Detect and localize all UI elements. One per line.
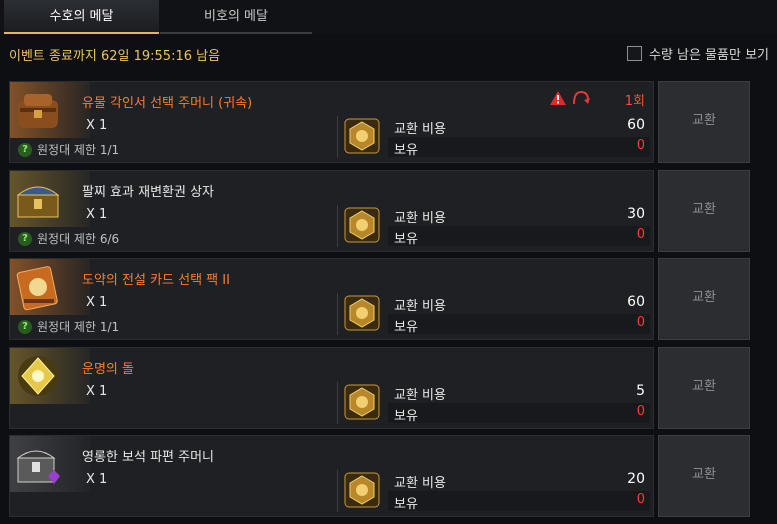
expedition-limit: ? 원정대 제한 1/1 — [18, 318, 119, 335]
owned-value: 0 — [636, 138, 645, 153]
sub-header: 이벤트 종료까지 62일 19:55:16 남음 수량 남은 물품만 보기 — [0, 38, 777, 70]
item-warnings — [550, 90, 590, 106]
item-name: 도약의 전설 카드 선택 팩 II — [82, 273, 230, 288]
medal-currency-icon — [344, 118, 380, 154]
owned-label: 보유 — [394, 409, 418, 424]
expedition-limit-text: 원정대 제한 6/6 — [37, 232, 120, 246]
owned-row: 보유 0 — [388, 491, 650, 512]
owned-row: 보유 0 — [388, 314, 650, 335]
owned-label: 보유 — [394, 497, 418, 512]
expedition-limit-text: 원정대 제한 1/1 — [37, 320, 120, 334]
cost-label: 교환 비용 — [394, 122, 446, 137]
tab-guardian-medal[interactable]: 수호의 메달 — [4, 0, 159, 34]
tab-bar: 수호의 메달 비호의 메달 — [0, 0, 777, 34]
expedition-limit: ? 원정대 제한 6/6 — [18, 230, 119, 247]
help-icon[interactable]: ? — [18, 231, 32, 246]
exchange-button[interactable]: 교환 — [658, 347, 750, 429]
owned-label: 보유 — [394, 320, 418, 335]
cost-value: 60 — [627, 294, 645, 310]
cost-value: 30 — [627, 206, 645, 222]
list-item: 도약의 전설 카드 선택 팩 II X 1 ? 원정대 제한 1/1 교환 비용… — [9, 258, 769, 340]
remaining-filter-checkbox[interactable] — [626, 46, 642, 61]
untradeable-icon — [573, 90, 590, 105]
item-name: 운명의 돌 — [82, 362, 134, 377]
help-icon[interactable]: ? — [18, 319, 32, 334]
owned-value: 0 — [636, 404, 645, 419]
owned-value: 0 — [636, 492, 645, 507]
cost-row: 교환 비용 20 — [388, 470, 650, 491]
tab-protection-medal[interactable]: 비호의 메달 — [160, 0, 312, 34]
item-card: 유물 각인서 선택 주머니 (귀속) X 1 ? 원정대 제한 1/1 1회 교… — [9, 81, 654, 163]
event-timer: 이벤트 종료까지 62일 19:55:16 남음 — [9, 49, 221, 64]
item-quantity: X 1 — [86, 207, 108, 222]
list-item: 운명의 돌 X 1 교환 비용 5 보유 0 교환 — [9, 347, 769, 429]
cost-row: 교환 비용 60 — [388, 116, 650, 137]
list-item: 유물 각인서 선택 주머니 (귀속) X 1 ? 원정대 제한 1/1 1회 교… — [9, 81, 769, 163]
medal-currency-icon — [344, 295, 380, 331]
cost-label: 교환 비용 — [394, 388, 446, 403]
item-card: 운명의 돌 X 1 교환 비용 5 보유 0 — [9, 347, 654, 429]
list-item: 영롱한 보석 파편 주머니 X 1 교환 비용 20 보유 0 교환 — [9, 435, 769, 517]
item-quantity: X 1 — [86, 384, 108, 399]
item-quantity: X 1 — [86, 295, 108, 310]
exchange-button[interactable]: 교환 — [658, 258, 750, 340]
remaining-filter[interactable]: 수량 남은 물품만 보기 — [626, 44, 769, 63]
purchase-count: 1회 — [624, 94, 645, 109]
cost-row: 교환 비용 30 — [388, 205, 650, 226]
owned-row: 보유 0 — [388, 137, 650, 158]
leather-pouch-icon — [18, 94, 58, 128]
item-quantity: X 1 — [86, 118, 108, 133]
item-name: 팔찌 효과 재변환권 상자 — [82, 185, 214, 200]
gold-chest-icon — [16, 186, 60, 218]
help-icon[interactable]: ? — [18, 142, 32, 157]
destiny-stone-icon — [18, 356, 58, 396]
cost-label: 교환 비용 — [394, 476, 446, 491]
owned-label: 보유 — [394, 143, 418, 158]
owned-label: 보유 — [394, 232, 418, 247]
cost-value: 5 — [636, 383, 645, 399]
exchange-button[interactable]: 교환 — [658, 81, 750, 163]
item-quantity: X 1 — [86, 472, 108, 487]
list-item: 팔찌 효과 재변환권 상자 X 1 ? 원정대 제한 6/6 교환 비용 30 … — [9, 170, 769, 252]
item-card: 영롱한 보석 파편 주머니 X 1 교환 비용 20 보유 0 — [9, 435, 654, 517]
cost-label: 교환 비용 — [394, 211, 446, 226]
remaining-filter-label: 수량 남은 물품만 보기 — [648, 48, 769, 63]
exchange-button[interactable]: 교환 — [658, 435, 750, 517]
medal-currency-icon — [344, 472, 380, 508]
cost-value: 60 — [627, 117, 645, 133]
item-name: 영롱한 보석 파편 주머니 — [82, 450, 214, 465]
expedition-limit-text: 원정대 제한 1/1 — [37, 143, 120, 157]
card-book-icon — [16, 266, 58, 311]
owned-value: 0 — [636, 227, 645, 242]
jewel-chest-icon — [16, 450, 60, 484]
cost-value: 20 — [627, 471, 645, 487]
item-name: 유물 각인서 선택 주머니 (귀속) — [82, 96, 253, 111]
owned-row: 보유 0 — [388, 226, 650, 247]
cost-row: 교환 비용 60 — [388, 293, 650, 314]
medal-currency-icon — [344, 207, 380, 243]
warning-icon — [550, 91, 566, 105]
owned-value: 0 — [636, 315, 645, 330]
owned-row: 보유 0 — [388, 403, 650, 424]
item-card: 도약의 전설 카드 선택 팩 II X 1 ? 원정대 제한 1/1 교환 비용… — [9, 258, 654, 340]
cost-row: 교환 비용 5 — [388, 382, 650, 403]
exchange-button[interactable]: 교환 — [658, 170, 750, 252]
expedition-limit: ? 원정대 제한 1/1 — [18, 141, 119, 158]
medal-currency-icon — [344, 384, 380, 420]
item-card: 팔찌 효과 재변환권 상자 X 1 ? 원정대 제한 6/6 교환 비용 30 … — [9, 170, 654, 252]
cost-label: 교환 비용 — [394, 299, 446, 314]
